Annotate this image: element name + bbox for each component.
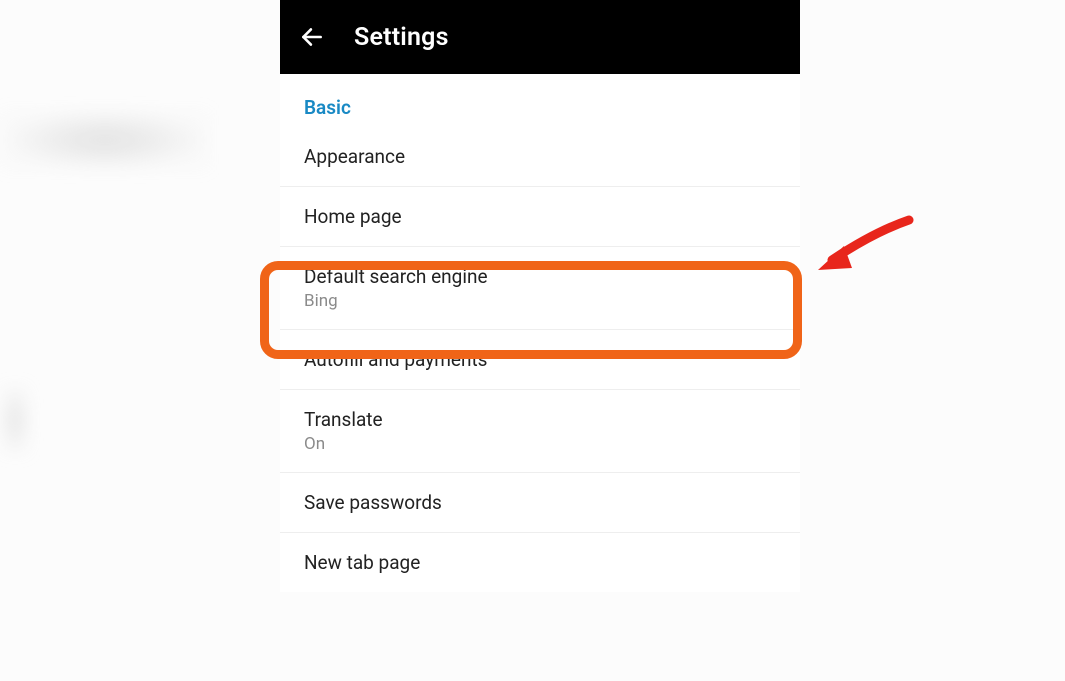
- setting-label: Default search engine: [304, 265, 776, 288]
- setting-value: Bing: [304, 291, 776, 311]
- setting-label: Translate: [304, 408, 776, 431]
- setting-label: New tab page: [304, 551, 776, 574]
- header-bar: Settings: [280, 0, 800, 74]
- section-label-basic: Basic: [280, 74, 800, 127]
- setting-default-search-engine[interactable]: Default search engine Bing: [280, 247, 800, 330]
- setting-homepage[interactable]: Home page: [280, 187, 800, 247]
- setting-label: Autofill and payments: [304, 348, 776, 371]
- settings-panel: Settings Basic Appearance Home page Defa…: [280, 0, 800, 592]
- back-arrow-icon[interactable]: [298, 23, 326, 51]
- setting-value: On: [304, 434, 776, 454]
- setting-label: Save passwords: [304, 491, 776, 514]
- background-blur: [0, 385, 30, 455]
- setting-translate[interactable]: Translate On: [280, 390, 800, 473]
- setting-label: Home page: [304, 205, 776, 228]
- setting-save-passwords[interactable]: Save passwords: [280, 473, 800, 533]
- setting-new-tab-page[interactable]: New tab page: [280, 533, 800, 592]
- setting-label: Appearance: [304, 145, 776, 168]
- setting-autofill-payments[interactable]: Autofill and payments: [280, 330, 800, 390]
- page-title: Settings: [354, 23, 449, 52]
- background-blur: [0, 110, 210, 170]
- setting-appearance[interactable]: Appearance: [280, 127, 800, 187]
